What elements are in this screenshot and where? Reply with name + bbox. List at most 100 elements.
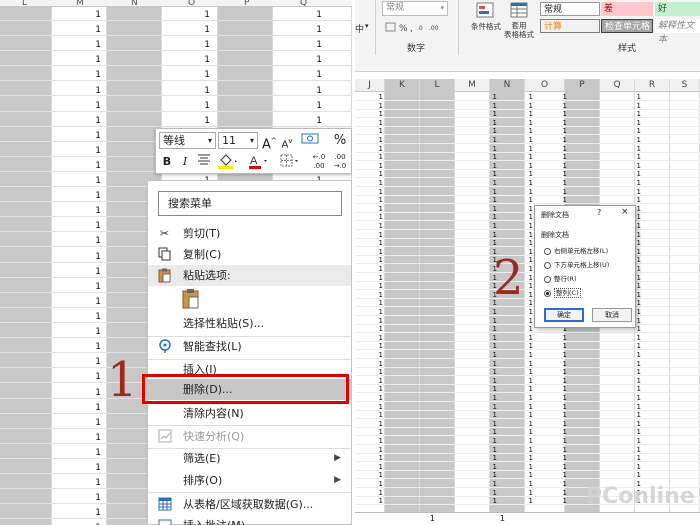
cell-value[interactable]: 1 — [557, 420, 567, 428]
cell-value[interactable]: 1 — [373, 351, 383, 359]
cell-value[interactable]: 1 — [373, 248, 383, 256]
cell-value[interactable]: 1 — [196, 10, 210, 20]
cell-value[interactable]: 1 — [487, 317, 497, 325]
cell-value[interactable]: 1 — [631, 368, 641, 376]
cell-value[interactable]: 1 — [523, 489, 533, 497]
cell-value[interactable]: 1 — [308, 116, 322, 126]
cell-value[interactable]: 1 — [487, 162, 497, 170]
menu-item-smart-lookup[interactable]: 智能查找(L) — [148, 336, 351, 357]
cell-value[interactable]: 1 — [373, 239, 383, 247]
cell-value[interactable]: 1 — [87, 403, 101, 413]
cell-value[interactable]: 1 — [373, 325, 383, 333]
menu-item-insert-comment[interactable]: 插入批注(M) — [148, 515, 351, 525]
col-header-m[interactable]: M — [455, 79, 490, 92]
cell-value[interactable]: 1 — [487, 437, 497, 445]
cell-value[interactable]: 1 — [487, 145, 497, 153]
cell-value[interactable]: 1 — [523, 377, 533, 385]
cell-value[interactable]: 1 — [557, 127, 567, 135]
cell-value[interactable]: 1 — [631, 102, 641, 110]
cell-value[interactable]: 1 — [631, 136, 641, 144]
cell-value[interactable]: 1 — [523, 265, 533, 273]
cell-value[interactable]: 1 — [373, 265, 383, 273]
col-header-n[interactable]: N — [131, 0, 138, 6]
cell-value[interactable]: 1 — [308, 101, 322, 111]
col-header-l[interactable]: L — [420, 79, 455, 92]
cell-value[interactable]: 1 — [87, 418, 101, 428]
cell-value[interactable]: 1 — [631, 110, 641, 118]
cell-value[interactable]: 1 — [557, 153, 567, 161]
cell-value[interactable]: 1 — [373, 179, 383, 187]
cell-value[interactable]: 1 — [523, 403, 533, 411]
cell-value[interactable]: 1 — [557, 145, 567, 153]
cell-value[interactable]: 1 — [487, 325, 497, 333]
cell-value[interactable]: 1 — [487, 394, 497, 402]
cell-value[interactable]: 1 — [487, 239, 497, 247]
cell-value[interactable]: 1 — [523, 222, 533, 230]
cell-value[interactable]: 1 — [373, 480, 383, 488]
cell-value[interactable]: 1 — [487, 420, 497, 428]
cell-value[interactable]: 1 — [631, 437, 641, 445]
cell-value[interactable]: 1 — [523, 196, 533, 204]
cell-value[interactable]: 1 — [631, 428, 641, 436]
cell-value[interactable]: 1 — [523, 428, 533, 436]
cell-value[interactable]: 1 — [523, 102, 533, 110]
cell-value[interactable]: 1 — [87, 388, 101, 398]
cell-value[interactable]: 1 — [87, 508, 101, 518]
cell-value[interactable]: 1 — [373, 205, 383, 213]
cell-value[interactable]: 1 — [87, 372, 101, 382]
cell-value[interactable]: 1 — [87, 282, 101, 292]
font-name-dropdown[interactable]: 等线 ▾ — [159, 132, 216, 149]
grow-font-button[interactable]: A^ — [262, 132, 277, 152]
cell-value[interactable]: 1 — [308, 10, 322, 20]
menu-item-sort[interactable]: 排序(O) ▶ — [148, 470, 351, 491]
cell-value[interactable]: 1 — [87, 463, 101, 473]
cell-value[interactable]: 1 — [487, 489, 497, 497]
cell-value[interactable]: 1 — [487, 377, 497, 385]
cell-value[interactable]: 1 — [487, 153, 497, 161]
cell-value[interactable]: 1 — [523, 256, 533, 264]
cell-value[interactable]: 1 — [487, 119, 497, 127]
cell-value[interactable]: 1 — [557, 428, 567, 436]
menu-item-cut[interactable]: ✂ 剪切(T) — [148, 223, 351, 244]
cell-value[interactable]: 1 — [523, 179, 533, 187]
fill-color-button[interactable] — [216, 153, 240, 171]
accounting-format-button[interactable] — [298, 131, 322, 149]
cell-value[interactable]: 1 — [487, 403, 497, 411]
col-header-r[interactable]: R — [635, 79, 670, 92]
cell-value[interactable]: 1 — [487, 385, 497, 393]
cell-value[interactable]: 1 — [631, 153, 641, 161]
cell-value[interactable]: 1 — [523, 394, 533, 402]
cell-value[interactable]: 1 — [523, 93, 533, 101]
format-as-table-button[interactable]: 套用 表格格式 — [504, 2, 534, 39]
cell-value[interactable]: 1 — [631, 93, 641, 101]
cell-value[interactable]: 1 — [631, 179, 641, 187]
cell-value[interactable]: 1 — [87, 146, 101, 156]
cell-value[interactable]: 1 — [87, 478, 101, 488]
cell-value[interactable]: 1 — [557, 480, 567, 488]
cell-value[interactable]: 1 — [557, 110, 567, 118]
cell-value[interactable]: 1 — [631, 463, 641, 471]
cell-value[interactable]: 1 — [523, 437, 533, 445]
cell-value[interactable]: 1 — [87, 10, 101, 20]
cell-value[interactable]: 1 — [523, 325, 533, 333]
cell-value[interactable]: 1 — [631, 188, 641, 196]
cell-value[interactable]: 1 — [487, 463, 497, 471]
cell-value[interactable]: 1 — [87, 40, 101, 50]
cell-style-calculation[interactable]: 计算 — [540, 19, 600, 33]
cell-value[interactable]: 1 — [87, 236, 101, 246]
cell-value[interactable]: 1 — [631, 403, 641, 411]
cell-value[interactable]: 1 — [631, 162, 641, 170]
cell-value[interactable]: 1 — [557, 136, 567, 144]
cell-value[interactable]: 1 — [523, 145, 533, 153]
cell-value[interactable]: 1 — [487, 170, 497, 178]
cell-value[interactable]: 1 — [487, 454, 497, 462]
left-column-l[interactable] — [0, 7, 52, 525]
cell-value[interactable]: 1 — [523, 213, 533, 221]
cell-value[interactable]: 1 — [373, 256, 383, 264]
cell-value[interactable]: 1 — [87, 191, 101, 201]
increase-decimal-button[interactable]: ←.0 .00 — [310, 153, 328, 171]
cell-style-good[interactable]: 好 — [655, 2, 700, 16]
close-icon[interactable]: × — [621, 207, 629, 217]
cell-value[interactable]: 1 — [631, 145, 641, 153]
cell-value[interactable]: 1 — [523, 351, 533, 359]
